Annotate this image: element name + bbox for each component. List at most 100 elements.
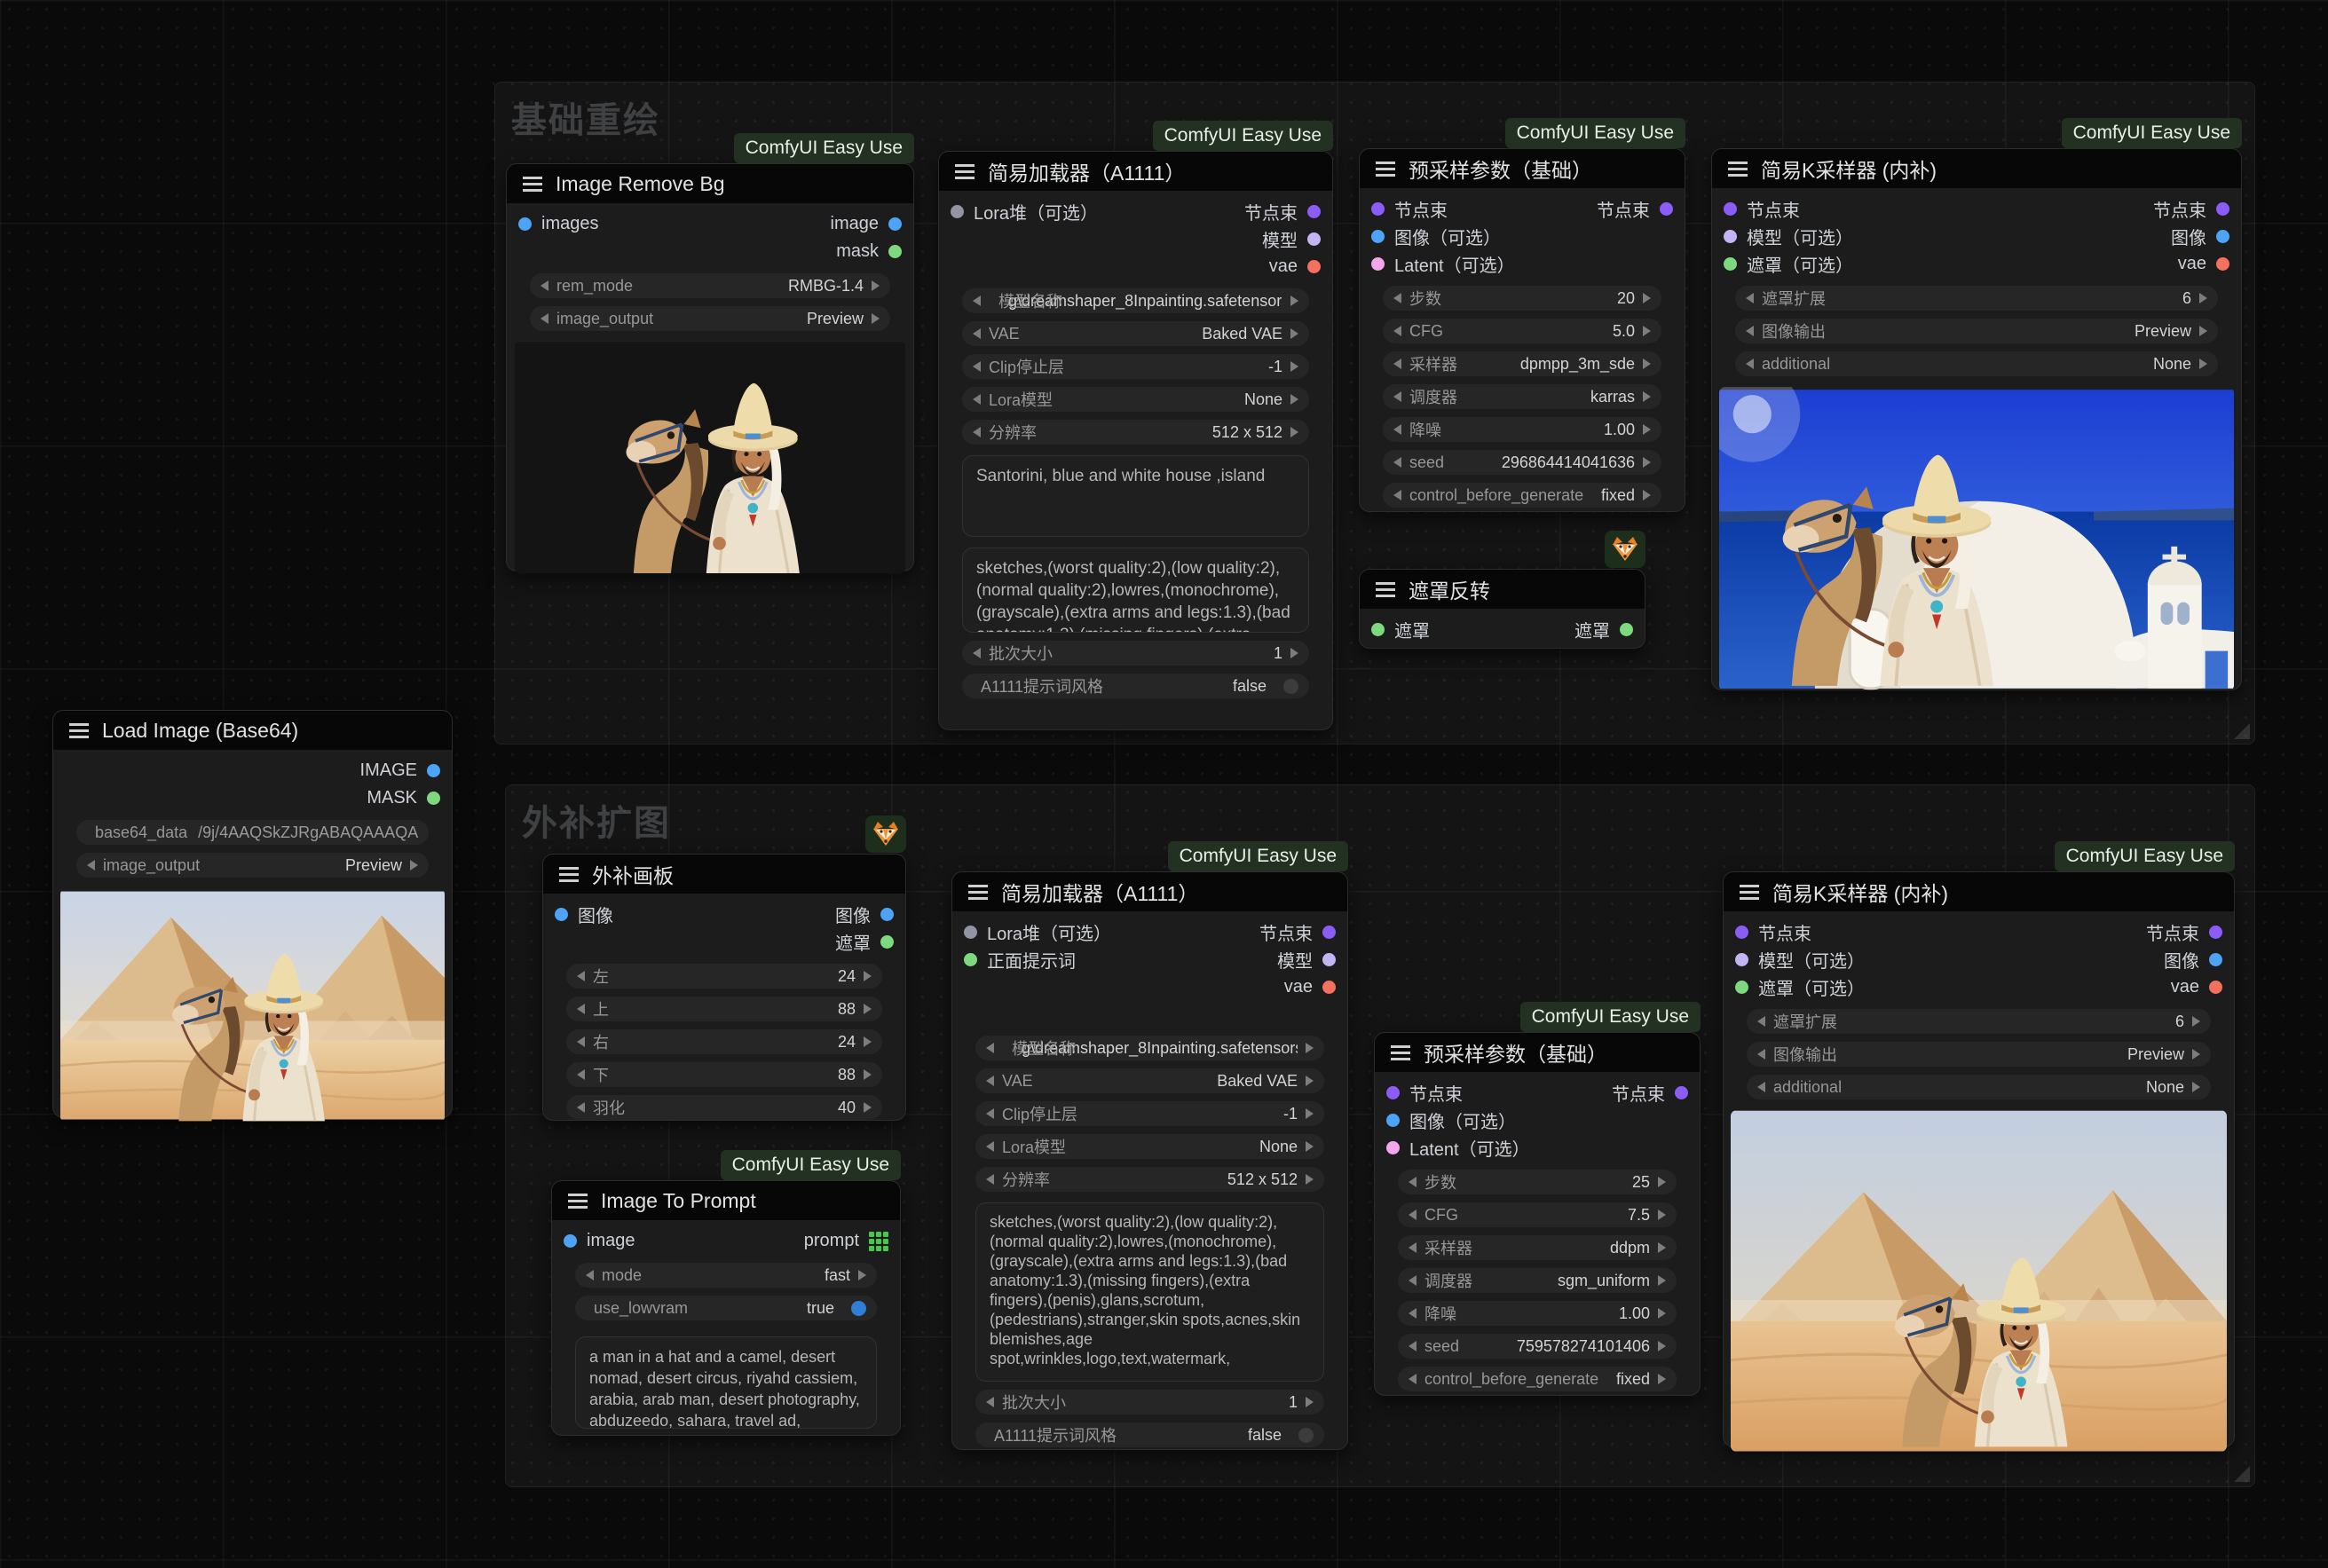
input-latent-optional[interactable]: Latent（可选） [1386,1135,1530,1161]
slot-dot[interactable] [1307,260,1321,273]
widget-model-name[interactable]: 模型名称 g\dreamshaper_8Inpainting.safetenso… [975,1036,1324,1060]
increment-arrow-icon[interactable] [1306,1043,1314,1053]
node-header[interactable]: 外补画板 [543,855,905,894]
widget-image-output[interactable]: image_output Preview [76,853,429,878]
prompt-grid-icon[interactable] [869,1232,888,1251]
slot-dot[interactable] [2216,230,2229,243]
output-mask[interactable]: 遮罩 [835,929,894,955]
slot-dot[interactable] [964,926,977,939]
menu-icon[interactable] [523,183,542,185]
decrement-arrow-icon[interactable] [1409,1374,1417,1384]
increment-arrow-icon[interactable] [1306,1076,1314,1086]
widget-feather[interactable]: 羽化 40 [566,1095,882,1120]
widget-control-before-generate[interactable]: control_before_generate fixed [1398,1367,1677,1391]
decrement-arrow-icon[interactable] [1393,490,1401,500]
output-image[interactable]: IMAGE [360,760,440,781]
slot-dot[interactable] [427,764,440,777]
menu-icon[interactable] [1376,588,1395,591]
input-mask[interactable]: 遮罩 [1371,617,1430,642]
output-model[interactable]: 模型 [1262,226,1321,252]
node-header[interactable]: Image Remove Bg [507,164,913,203]
toggle-off-icon[interactable] [1283,679,1298,694]
widget-use-lowvram[interactable]: use_lowvram true [575,1296,877,1320]
increment-arrow-icon[interactable] [864,1069,872,1080]
slot-dot[interactable] [518,217,532,231]
widget-steps[interactable]: 步数 25 [1398,1170,1677,1194]
input-mask-optional[interactable]: 遮罩（可选） [1724,251,1853,277]
increment-arrow-icon[interactable] [1290,648,1298,658]
decrement-arrow-icon[interactable] [1746,293,1754,303]
prompt-result-textarea[interactable]: a man in a hat and a camel, desert nomad… [575,1336,877,1429]
output-bundle[interactable]: 节点束 [2153,196,2229,222]
widget-sampler[interactable]: 采样器 dpmpp_3m_sde [1383,351,1661,376]
input-image[interactable]: image [564,1231,635,1251]
slot-dot[interactable] [1724,230,1737,243]
slot-dot[interactable] [1386,1114,1400,1127]
node-header[interactable]: 简易加载器（A1111） [939,152,1332,191]
input-model-optional[interactable]: 模型（可选） [1735,947,1865,973]
input-lora-stack[interactable]: Lora堆（可选） [964,919,1111,945]
increment-arrow-icon[interactable] [1306,1174,1314,1185]
decrement-arrow-icon[interactable] [973,295,981,306]
decrement-arrow-icon[interactable] [986,1141,994,1152]
input-lora-stack[interactable]: Lora堆（可选） [951,199,1098,225]
negative-prompt-textarea[interactable]: sketches,(worst quality:2),(low quality:… [975,1202,1324,1382]
widget-seed[interactable]: seed 759578274101406 [1398,1334,1677,1359]
decrement-arrow-icon[interactable] [986,1174,994,1185]
group-title[interactable]: 外补扩图 [506,785,2254,855]
decrement-arrow-icon[interactable] [541,313,548,324]
input-image-optional[interactable]: 图像（可选） [1371,224,1501,249]
output-vae[interactable]: vae [1269,256,1321,277]
output-image[interactable]: 图像 [2171,224,2229,249]
menu-icon[interactable] [1740,891,1759,894]
input-mask-optional[interactable]: 遮罩（可选） [1735,974,1865,1000]
decrement-arrow-icon[interactable] [577,1102,585,1113]
positive-prompt-textarea[interactable]: Santorini, blue and white house ,island [962,455,1309,537]
decrement-arrow-icon[interactable] [1393,359,1401,369]
output-prompt[interactable]: prompt [804,1231,888,1251]
decrement-arrow-icon[interactable] [1746,359,1754,369]
widget-clip-skip[interactable]: Clip停止层 -1 [962,354,1309,379]
increment-arrow-icon[interactable] [1290,328,1298,339]
decrement-arrow-icon[interactable] [1746,326,1754,336]
decrement-arrow-icon[interactable] [973,427,981,437]
node-header[interactable]: 简易K采样器 (内补) [1724,872,2234,911]
node-header[interactable]: 预采样参数（基础） [1375,1033,1700,1072]
slot-dot[interactable] [1322,926,1336,939]
slot-dot[interactable] [1386,1141,1400,1154]
widget-rem-mode[interactable]: rem_mode RMBG-1.4 [530,273,890,298]
increment-arrow-icon[interactable] [1643,457,1651,468]
decrement-arrow-icon[interactable] [986,1108,994,1119]
slot-dot[interactable] [2216,257,2229,271]
slot-dot[interactable] [2209,953,2222,966]
decrement-arrow-icon[interactable] [1757,1016,1765,1027]
output-bundle[interactable]: 节点束 [1259,919,1336,945]
decrement-arrow-icon[interactable] [586,1270,594,1280]
decrement-arrow-icon[interactable] [986,1397,994,1407]
input-positive-prompt[interactable]: 正面提示词 [964,947,1076,973]
increment-arrow-icon[interactable] [864,1004,872,1014]
decrement-arrow-icon[interactable] [1757,1049,1765,1060]
node-graph-canvas[interactable]: 基础重绘 外补扩图 ComfyUI Easy Use ComfyUI Easy … [0,0,2328,1568]
input-images[interactable]: images [518,214,598,234]
node-header[interactable]: 预采样参数（基础） [1360,149,1685,188]
increment-arrow-icon[interactable] [872,313,880,324]
decrement-arrow-icon[interactable] [1393,457,1401,468]
widget-sampler[interactable]: 采样器 ddpm [1398,1235,1677,1260]
increment-arrow-icon[interactable] [410,860,418,871]
menu-icon[interactable] [559,873,579,876]
increment-arrow-icon[interactable] [1643,326,1651,336]
widget-model-name[interactable]: 模型名称 g\dreamshaper_8Inpainting.safetenso… [962,288,1309,313]
widget-vae[interactable]: VAE Baked VAE [962,321,1309,346]
slot-dot[interactable] [1724,202,1737,216]
widget-mask-expand[interactable]: 遮罩扩展 6 [1747,1009,2211,1034]
widget-additional[interactable]: additional None [1735,351,2218,376]
input-bundle[interactable]: 节点束 [1371,196,1448,222]
output-bundle[interactable]: 节点束 [1244,199,1321,225]
slot-dot[interactable] [1735,926,1748,939]
slot-dot[interactable] [1660,202,1673,216]
increment-arrow-icon[interactable] [858,1270,866,1280]
slot-dot[interactable] [427,792,440,805]
widget-image-output[interactable]: 图像输出 Preview [1735,319,2218,343]
widget-denoise[interactable]: 降噪 1.00 [1398,1301,1677,1326]
